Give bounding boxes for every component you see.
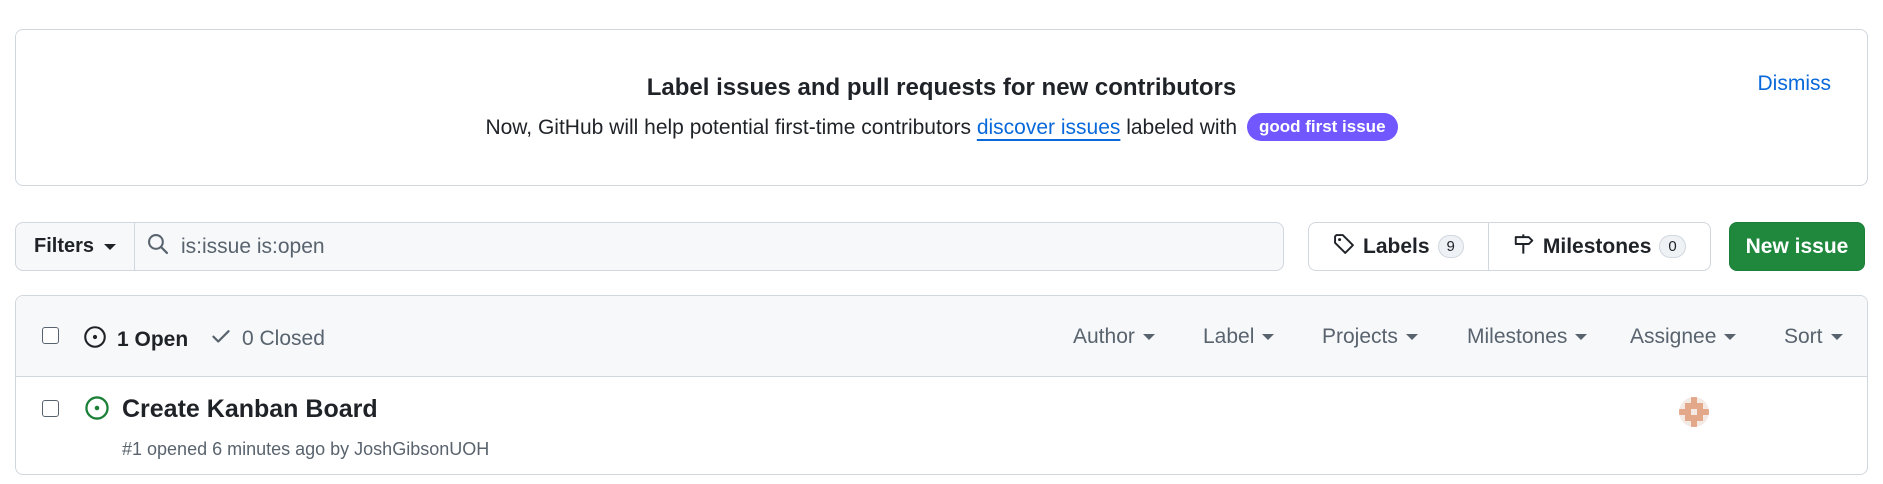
banner-text: Now, GitHub will help potential first-ti… (16, 113, 1867, 141)
issues-list: 1 Open 0 Closed Author Label Projects Mi… (15, 295, 1868, 475)
good-first-issue-badge: good first issue (1246, 113, 1398, 141)
author-menu-label: Author (1073, 325, 1135, 348)
chevron-down-icon (1405, 334, 1418, 340)
issue-meta-prefix: #1 opened 6 minutes ago by (122, 439, 355, 459)
discover-issues-link[interactable]: discover issues (977, 116, 1121, 139)
labels-counter: 9 (1437, 235, 1464, 258)
issue-opened-icon (84, 395, 110, 426)
labels-milestones-group: Labels 9 Milestones 0 (1308, 222, 1711, 271)
milestones-menu-label: Milestones (1467, 325, 1568, 348)
issue-meta: #1 opened 6 minutes ago by JoshGibsonUOH (122, 439, 489, 460)
sort-menu-label: Sort (1784, 325, 1823, 348)
filters-label: Filters (34, 235, 95, 257)
new-contributors-banner: Label issues and pull requests for new c… (15, 29, 1868, 186)
labels-label: Labels (1363, 234, 1430, 258)
issue-row[interactable]: Create Kanban Board #1 opened 6 minutes … (16, 377, 1867, 474)
closed-issues-tab[interactable]: 0 Closed (210, 325, 325, 353)
issue-title-link[interactable]: Create Kanban Board (122, 395, 378, 424)
chevron-down-icon (104, 243, 117, 250)
filters-button[interactable]: Filters (15, 222, 135, 271)
open-issues-tab[interactable]: 1 Open (83, 325, 188, 355)
tag-icon (1333, 233, 1355, 261)
milestone-icon (1513, 233, 1535, 261)
chevron-down-icon (1142, 334, 1155, 340)
projects-filter-menu[interactable]: Projects (1322, 325, 1418, 349)
open-count-label: 1 Open (117, 328, 189, 351)
chevron-down-icon (1262, 334, 1275, 340)
issues-list-header: 1 Open 0 Closed Author Label Projects Mi… (16, 296, 1867, 377)
banner-title: Label issues and pull requests for new c… (646, 74, 1237, 101)
banner-text-prefix: Now, GitHub will help potential first-ti… (485, 116, 977, 139)
issue-author-link[interactable]: JoshGibsonUOH (354, 439, 489, 459)
sort-menu[interactable]: Sort (1784, 325, 1843, 349)
author-filter-menu[interactable]: Author (1073, 325, 1155, 349)
issue-checkbox[interactable] (42, 400, 59, 417)
check-icon (210, 325, 232, 353)
chevron-down-icon (1830, 334, 1843, 340)
search-box[interactable] (134, 222, 1284, 271)
dismiss-button[interactable]: Dismiss (1758, 72, 1832, 96)
chevron-down-icon (1724, 334, 1737, 340)
milestones-counter: 0 (1659, 235, 1686, 258)
closed-count-label: 0 Closed (242, 327, 325, 350)
chevron-down-icon (1575, 334, 1588, 340)
search-input[interactable] (181, 234, 1261, 259)
milestones-button[interactable]: Milestones 0 (1487, 223, 1710, 270)
milestones-label: Milestones (1542, 234, 1652, 258)
labels-button[interactable]: Labels 9 (1309, 223, 1488, 270)
select-all-checkbox[interactable] (42, 327, 59, 344)
avatar[interactable] (1679, 397, 1709, 427)
banner-text-middle: labeled with (1120, 116, 1243, 139)
label-menu-label: Label (1203, 325, 1255, 348)
milestones-filter-menu[interactable]: Milestones (1467, 325, 1588, 349)
assignee-menu-label: Assignee (1630, 325, 1717, 348)
projects-menu-label: Projects (1322, 325, 1398, 348)
assignee-filter-menu[interactable]: Assignee (1630, 325, 1737, 349)
issue-open-icon (83, 325, 107, 355)
new-issue-button[interactable]: New issue (1729, 222, 1865, 271)
label-filter-menu[interactable]: Label (1203, 325, 1275, 349)
search-icon (147, 233, 169, 260)
